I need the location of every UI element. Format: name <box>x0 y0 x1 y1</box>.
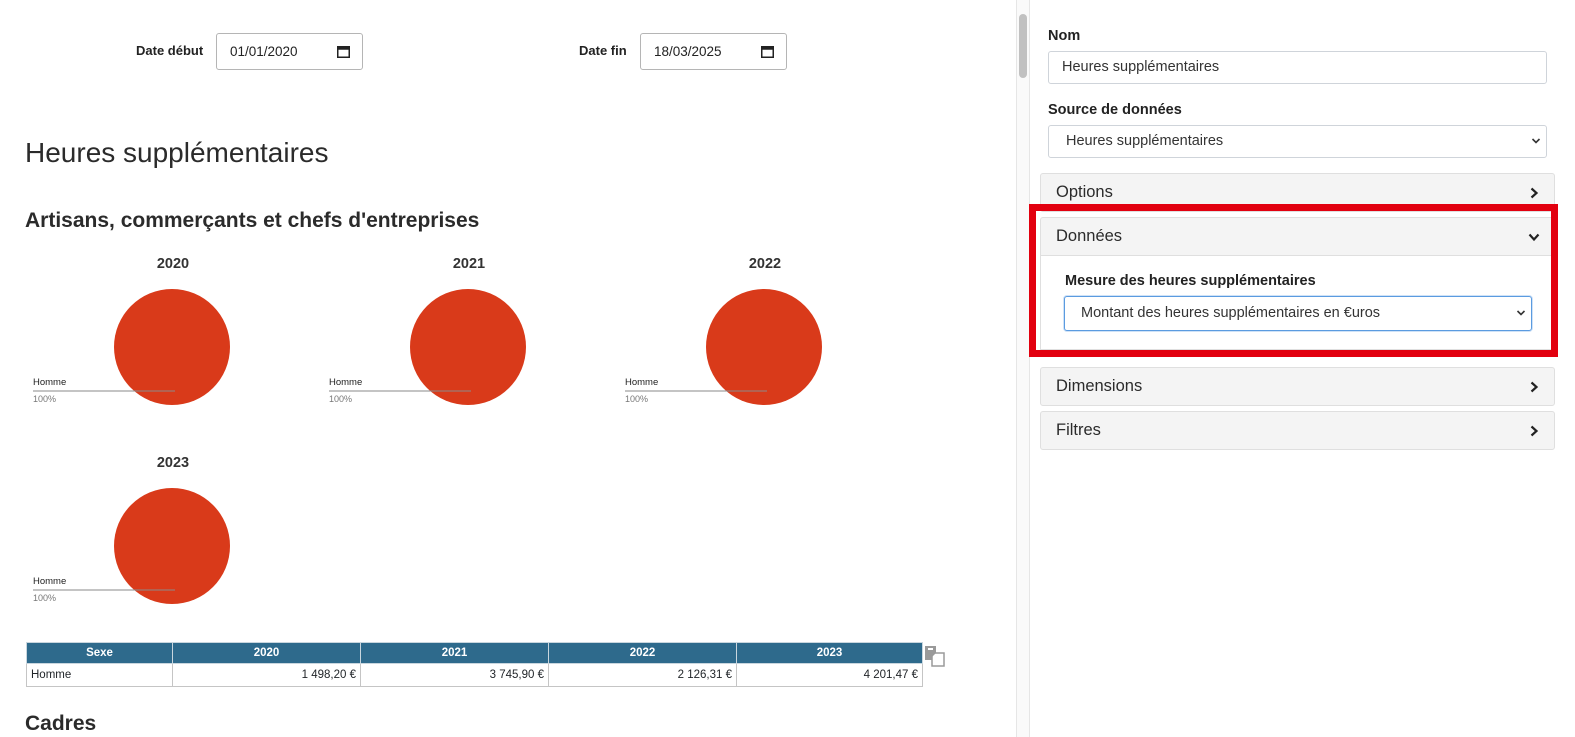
source-select-value: Heures supplémentaires <box>1066 133 1224 149</box>
pie-category-label: Homme <box>625 377 659 388</box>
accordion-title: Filtres <box>1056 421 1101 439</box>
end-date-input[interactable]: 18/03/2025 <box>640 33 787 70</box>
pie-category-label: Homme <box>329 377 363 388</box>
report-main: Date début 01/01/2020 Date fin 18/03/202… <box>0 0 1016 737</box>
pie-chart: 2021 Homme 100% <box>321 256 617 421</box>
pie-slice-homme <box>114 488 230 604</box>
accordion-donnees-body: Mesure des heures supplémentaires Montan… <box>1040 256 1555 350</box>
source-label: Source de données <box>1048 102 1182 118</box>
pie-slice-homme <box>114 289 230 405</box>
accordion-filtres[interactable]: Filtres <box>1040 411 1555 450</box>
pie-slice-homme <box>410 289 526 405</box>
measure-select-value: Montant des heures supplémentaires en €u… <box>1081 305 1381 321</box>
table-cell: 2 126,31 € <box>548 663 737 687</box>
pie-percent-label: 100% <box>33 394 57 404</box>
accordion-title: Options <box>1056 183 1113 201</box>
section-title: Artisans, commerçants et chefs d'entrepr… <box>25 209 480 232</box>
accordion-dimensions[interactable]: Dimensions <box>1040 367 1555 406</box>
pie-chart-svg <box>33 289 230 405</box>
copy-icon[interactable] <box>924 645 946 667</box>
pie-chart-svg <box>329 289 526 405</box>
measure-label: Mesure des heures supplémentaires <box>1065 273 1316 289</box>
pie-chart: 2023 Homme 100% <box>25 455 321 620</box>
pie-chart-title: 2023 <box>156 455 190 471</box>
pie-chart-title: 2021 <box>452 256 486 272</box>
settings-panel: Nom Heures supplémentaires Source de don… <box>1029 0 1575 737</box>
table-header-cell: Sexe <box>26 642 173 664</box>
name-label: Nom <box>1048 28 1081 44</box>
pie-chart-title: 2020 <box>156 256 190 272</box>
table-cell: 4 201,47 € <box>736 663 923 687</box>
accordion-options[interactable]: Options <box>1040 173 1555 212</box>
scrollbar-track[interactable] <box>1016 0 1030 737</box>
table-header-cell: 2020 <box>172 642 361 664</box>
pie-chart-title: 2022 <box>748 256 782 272</box>
calendar-icon[interactable] <box>337 45 350 58</box>
pie-chart: 2022 Homme 100% <box>617 256 913 421</box>
measure-select[interactable]: Montant des heures supplémentaires en €u… <box>1064 296 1532 331</box>
pie-percent-label: 100% <box>329 394 353 404</box>
pie-category-label: Homme <box>33 576 67 587</box>
accordion-title: Données <box>1056 227 1123 245</box>
start-date-input[interactable]: 01/01/2020 <box>216 33 363 70</box>
table-row: Homme 1 498,20 € 3 745,90 € 2 126,31 € 4… <box>26 663 923 687</box>
chevron-right-icon <box>1530 187 1539 199</box>
table-cell: 1 498,20 € <box>172 663 361 687</box>
name-input-value: Heures supplémentaires <box>1062 59 1220 75</box>
chevron-right-icon <box>1530 425 1539 437</box>
table-cell: Homme <box>26 663 173 687</box>
chevron-right-icon <box>1530 381 1539 393</box>
name-input[interactable]: Heures supplémentaires <box>1048 51 1547 84</box>
pie-percent-label: 100% <box>625 394 649 404</box>
chevron-down-icon <box>1516 310 1526 316</box>
pie-slice-homme <box>706 289 822 405</box>
table-header-cell: 2021 <box>360 642 549 664</box>
chevron-down-icon <box>1531 138 1541 144</box>
table-cell: 3 745,90 € <box>360 663 549 687</box>
pie-chart-svg <box>33 488 230 604</box>
start-date-label: Date début <box>136 43 204 58</box>
calendar-icon[interactable] <box>761 45 774 58</box>
source-select[interactable]: Heures supplémentaires <box>1048 125 1547 158</box>
scrollbar-thumb[interactable] <box>1019 14 1027 78</box>
chevron-down-icon <box>1528 233 1540 242</box>
pie-chart: 2020 Homme 100% <box>25 256 321 421</box>
table-header-row: Sexe 2020 2021 2022 2023 <box>26 642 923 664</box>
data-table: Sexe 2020 2021 2022 2023 Homme 1 498,20 … <box>26 642 923 687</box>
accordion-donnees[interactable]: Données <box>1040 217 1555 256</box>
accordion-title: Dimensions <box>1056 377 1143 395</box>
start-date-value: 01/01/2020 <box>230 44 298 59</box>
table-header-cell: 2022 <box>548 642 737 664</box>
end-date-value: 18/03/2025 <box>654 44 722 59</box>
section-title: Cadres <box>25 712 97 735</box>
table-header-cell: 2023 <box>736 642 923 664</box>
pie-percent-label: 100% <box>33 593 57 603</box>
pie-chart-svg <box>625 289 822 405</box>
page-title: Heures supplémentaires <box>25 137 329 168</box>
end-date-label: Date fin <box>579 43 627 58</box>
pie-category-label: Homme <box>33 377 67 388</box>
